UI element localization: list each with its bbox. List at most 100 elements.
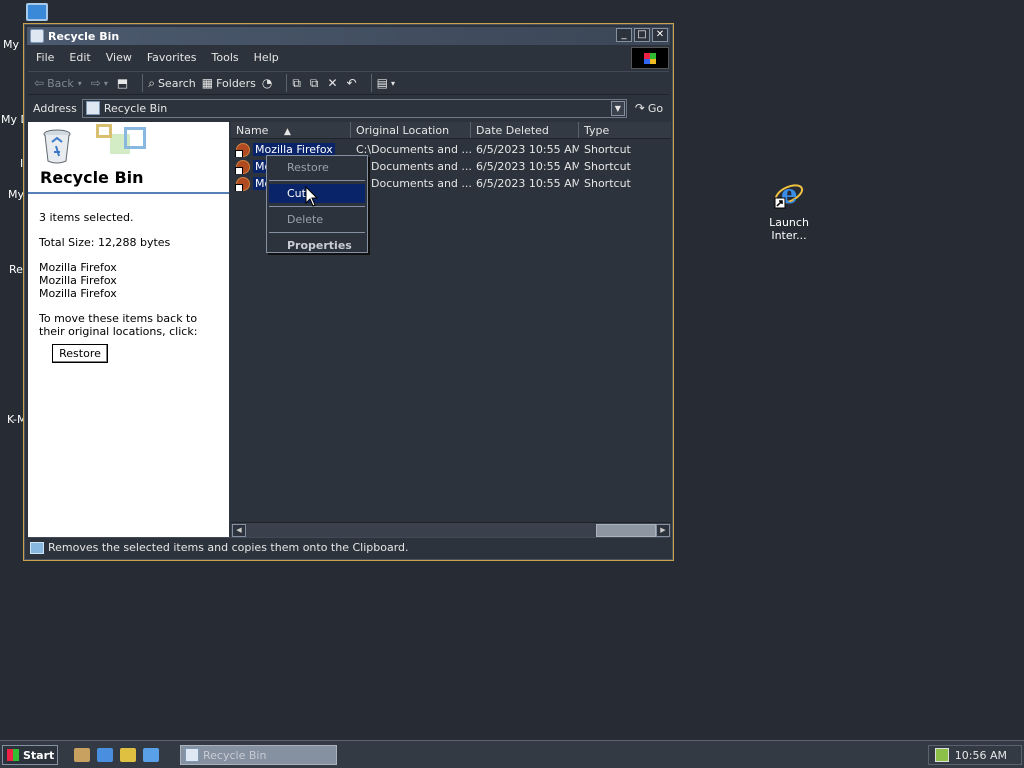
quicklaunch-desktop-icon[interactable] (74, 748, 90, 762)
scroll-right-arrow[interactable]: ▶ (656, 524, 670, 537)
selected-item-name: Mozilla Firefox (39, 261, 117, 274)
file-type: Shortcut (584, 160, 631, 173)
system-tray: 10:56 AM (928, 745, 1022, 765)
desktop-icon-top[interactable] (26, 3, 48, 21)
delete-button[interactable]: ✕ (327, 76, 340, 90)
quicklaunch-ie-icon[interactable] (97, 748, 113, 762)
recycle-bin-large-icon (43, 129, 71, 164)
menu-bar: File Edit View Favorites Tools Help (28, 47, 669, 69)
info-pane-header: Recycle Bin (28, 122, 229, 194)
undo-button[interactable]: ↶ (347, 76, 360, 90)
address-dropdown-arrow[interactable]: ▼ (610, 100, 625, 116)
menu-edit[interactable]: Edit (69, 51, 90, 64)
scrollbar-thumb[interactable] (596, 524, 656, 537)
desktop-ie-shortcut[interactable]: e Launch Inter... (764, 178, 814, 242)
copy-to-button[interactable]: ⧉ (310, 76, 322, 91)
horizontal-scrollbar[interactable]: ◀ ▶ (231, 522, 671, 537)
recycle-bin-icon (85, 101, 100, 115)
selected-item-name: Mozilla Firefox (39, 274, 117, 287)
firefox-shortcut-icon (235, 176, 250, 191)
copy-to-icon: ⧉ (309, 75, 319, 90)
close-button[interactable]: ✕ (652, 28, 668, 42)
file-date: 6/5/2023 10:55 AM (476, 160, 579, 173)
menu-tools[interactable]: Tools (212, 51, 239, 64)
toolbar-separator (370, 74, 372, 92)
scroll-left-arrow[interactable]: ◀ (232, 524, 246, 537)
firefox-shortcut-icon (235, 159, 250, 174)
info-pane: Recycle Bin 3 items selected. Total Size… (28, 122, 229, 537)
back-arrow-icon: ⇦ (34, 76, 45, 90)
history-button[interactable]: ◔ (262, 76, 275, 90)
views-button[interactable]: ▤ ▾ (377, 76, 398, 90)
status-bar: Removes the selected items and copies th… (28, 537, 669, 557)
search-button[interactable]: ⌕ Search (148, 76, 196, 91)
move-to-button[interactable]: ⧉ (292, 76, 304, 91)
desktop-label[interactable]: My (3, 38, 19, 51)
column-header-type[interactable]: Type (579, 122, 671, 138)
context-delete[interactable]: Delete (269, 210, 365, 229)
menu-help[interactable]: Help (254, 51, 279, 64)
recycle-bin-icon (185, 748, 199, 762)
file-type: Shortcut (584, 143, 631, 156)
taskbar-recycle-bin-button[interactable]: Recycle Bin (180, 745, 337, 765)
up-folder-icon: ⬒ (116, 76, 129, 90)
restore-button[interactable]: Restore (52, 344, 108, 363)
menu-view[interactable]: View (106, 51, 132, 64)
search-icon: ⌕ (148, 75, 155, 90)
address-label: Address (33, 101, 77, 115)
menu-file[interactable]: File (36, 51, 54, 64)
selection-count: 3 items selected. (39, 211, 134, 224)
file-date: 6/5/2023 10:55 AM (476, 177, 579, 190)
back-button[interactable]: ⇦ Back ▾ (34, 76, 85, 90)
dropdown-arrow-icon: ▾ (103, 78, 108, 88)
context-restore[interactable]: Restore (269, 158, 365, 177)
minimize-button[interactable]: _ (616, 28, 632, 42)
dropdown-arrow-icon: ▾ (77, 78, 82, 88)
total-size: Total Size: 12,288 bytes (39, 236, 171, 249)
desktop-ie-label: Launch Inter... (769, 216, 809, 242)
column-header-date-deleted[interactable]: Date Deleted (471, 122, 579, 138)
windows-logo-icon (7, 749, 19, 761)
menu-separator (269, 180, 365, 181)
views-icon: ▤ (376, 76, 388, 90)
column-header-row: Name ▲ Original Location Date Deleted Ty… (231, 122, 671, 139)
sort-ascending-icon: ▲ (283, 127, 291, 137)
start-button[interactable]: Start (2, 745, 58, 765)
clock[interactable]: 10:56 AM (955, 749, 1007, 762)
windows-logo-icon (631, 47, 669, 69)
folders-icon: ▦ (201, 76, 214, 90)
restore-instruction: To move these items back to their origin… (39, 312, 198, 338)
quicklaunch-outlook-icon[interactable] (143, 748, 159, 762)
recycle-bin-window[interactable]: Recycle Bin _ □ ✕ File Edit View Favorit… (23, 23, 674, 561)
move-to-icon: ⧉ (292, 75, 301, 90)
forward-button[interactable]: ⇨ ▾ (91, 76, 111, 90)
undo-icon: ↶ (346, 76, 357, 90)
info-pane-title: Recycle Bin (40, 168, 144, 187)
file-location: Documents and ... (371, 177, 471, 190)
address-bar: Address Recycle Bin ▼ ↷ Go (28, 97, 669, 119)
menu-favorites[interactable]: Favorites (147, 51, 197, 64)
desktop-label[interactable]: My (8, 188, 24, 201)
decorative-shape (96, 124, 112, 138)
file-location: Documents and ... (371, 160, 471, 173)
title-bar[interactable]: Recycle Bin _ □ ✕ (27, 27, 670, 45)
go-button[interactable]: ↷ Go (635, 101, 663, 115)
desktop-label[interactable]: Re (9, 263, 23, 276)
network-icon[interactable] (935, 748, 949, 762)
up-folder-button[interactable]: ⬒ (117, 76, 131, 90)
quicklaunch-explorer-icon[interactable] (120, 748, 136, 762)
delete-x-icon: ✕ (327, 76, 338, 90)
column-header-name[interactable]: Name ▲ (231, 122, 351, 138)
go-arrow-icon: ↷ (634, 101, 645, 115)
decorative-shape (124, 127, 146, 149)
toolbar-separator (286, 74, 288, 92)
history-icon: ◔ (261, 76, 273, 90)
address-input[interactable]: Recycle Bin ▼ (81, 98, 627, 118)
context-properties[interactable]: Properties (269, 236, 365, 255)
file-date: 6/5/2023 10:55 AM (476, 143, 579, 156)
column-header-original-location[interactable]: Original Location (351, 122, 471, 138)
taskbar: Start Recycle Bin 10:56 AM (0, 740, 1024, 768)
maximize-button[interactable]: □ (634, 28, 650, 42)
folders-button[interactable]: ▦ Folders (202, 76, 256, 90)
file-location: C:\Documents and ... (356, 143, 471, 156)
